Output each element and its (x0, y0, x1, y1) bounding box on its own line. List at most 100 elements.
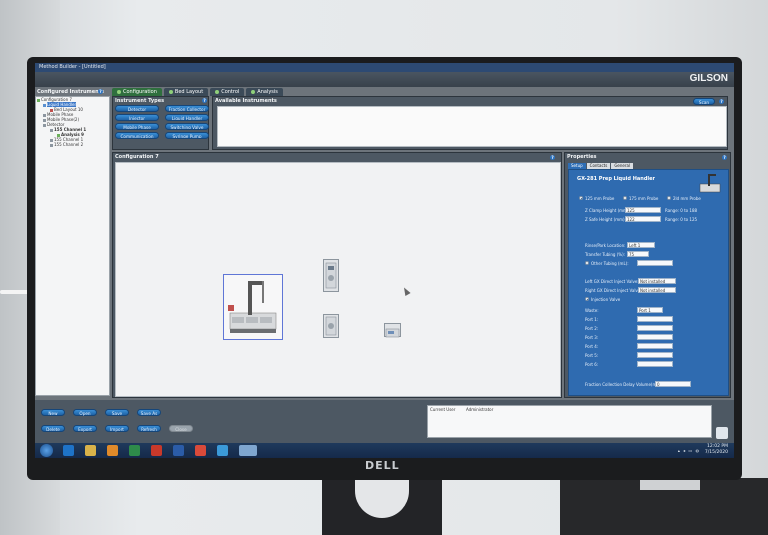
instrument-type-fraction-collector[interactable]: Fraction Collector (165, 105, 209, 112)
tab-status-icon (215, 90, 220, 94)
tab-label: Configuration (123, 89, 157, 95)
current-user-label: Current User (430, 407, 456, 412)
tab-configuration[interactable]: Configuration (112, 88, 162, 96)
header-band (35, 72, 734, 87)
channel-icon (50, 143, 53, 147)
probe-175-radio[interactable] (623, 196, 627, 200)
waste-select[interactable]: Port 1 (637, 307, 663, 313)
instrument-type-switching-valve[interactable]: Switching Valve (165, 123, 209, 130)
liquid-handler-icon (43, 103, 46, 107)
app-icon[interactable] (195, 445, 206, 456)
open-button[interactable]: Open (73, 409, 97, 416)
tab-control[interactable]: Control (210, 88, 245, 96)
taskbar: ▴ ◂ ▭ ◍ 12:02 PM 7/15/2020 (35, 443, 734, 458)
other-tubing-checkbox[interactable] (585, 261, 589, 265)
instrument-type-injector[interactable]: Injector (115, 114, 159, 121)
help-icon[interactable]: ? (98, 89, 103, 94)
powerpoint-icon[interactable] (151, 445, 162, 456)
save-as-button[interactable]: Save As (137, 409, 161, 416)
waste-label: Waste: (585, 308, 599, 313)
port-1-label: Port 1: (585, 317, 599, 322)
refresh-button[interactable]: Refresh (137, 425, 161, 432)
method-builder-taskbar-icon[interactable] (239, 445, 257, 456)
left-inject-valve-label: Left GX Direct Inject Valve: (585, 279, 639, 284)
left-inject-valve-select[interactable]: Not installed (638, 278, 676, 284)
port-4-label: Port 4: (585, 344, 599, 349)
right-inject-valve-label: Right GX Direct Inject Valve: (585, 288, 642, 293)
tree-item[interactable]: 155 Channel 2 (36, 142, 109, 147)
right-inject-valve-select[interactable]: Not installed (638, 287, 676, 293)
transfer-tubing-label: Transfer Tubing (%): (585, 252, 625, 257)
channel-icon (50, 128, 53, 132)
instrument-types-title: Instrument Types (115, 98, 165, 104)
instrument-type-liquid-handler[interactable]: Liquid Handler (165, 114, 209, 121)
delete-button[interactable]: Delete (41, 425, 65, 432)
clock-date: 7/15/2020 (704, 450, 728, 455)
configuration-panel: Configuration 7 ? (112, 152, 562, 398)
monitor-brand-logo: DELL (365, 459, 400, 472)
import-button[interactable]: Import (105, 425, 129, 432)
liquid-handler-device[interactable] (223, 274, 283, 340)
z-safe-label: Z Safe Height (mm): (585, 217, 626, 222)
transfer-tubing-select[interactable]: 75 (627, 251, 649, 257)
rinse-location-select[interactable]: Left 1 (627, 242, 655, 248)
z-safe-range: Range: 0 to 125 (665, 217, 698, 222)
help-icon[interactable]: ? (550, 155, 555, 160)
configured-instruments-tree: Configuration 7 Liquid Handler Bed Layou… (35, 96, 110, 396)
instrument-type-communication[interactable]: Communication (115, 132, 159, 139)
network-app-icon[interactable] (217, 445, 228, 456)
port-2-field[interactable] (637, 325, 673, 331)
device-title: GX-281 Prep Liquid Handler (577, 176, 655, 182)
scan-button[interactable]: Scan (693, 98, 715, 105)
instrument-type-mobile-phase[interactable]: Mobile Phase (115, 123, 159, 130)
mobile-phase-device[interactable] (323, 314, 339, 338)
available-instruments-title: Available Instruments (215, 98, 277, 104)
port-6-label: Port 6: (585, 362, 599, 367)
folder-icon[interactable] (85, 445, 96, 456)
injection-valve-checkbox[interactable] (585, 297, 589, 301)
probe-210-label: 2ld mm Probe (673, 196, 701, 201)
properties-title: Properties (567, 154, 597, 160)
port-4-field[interactable] (637, 343, 673, 349)
port-5-label: Port 5: (585, 353, 599, 358)
port-6-field[interactable] (637, 361, 673, 367)
other-tubing-field[interactable] (637, 260, 673, 266)
help-icon[interactable]: ? (722, 155, 727, 160)
media-player-icon[interactable] (107, 445, 118, 456)
brand-logo: GILSON (689, 73, 728, 84)
detector-device[interactable] (323, 259, 339, 292)
export-button[interactable]: Export (73, 425, 97, 432)
port-3-field[interactable] (637, 334, 673, 340)
probe-125-label: 125 mm Probe (585, 196, 615, 201)
clock[interactable]: 12:02 PM 7/15/2020 (705, 444, 728, 456)
z-clamp-field[interactable]: 125 (625, 207, 661, 213)
port-5-field[interactable] (637, 352, 673, 358)
help-icon[interactable]: ? (202, 98, 207, 103)
cable (0, 290, 30, 294)
excel-icon[interactable] (129, 445, 140, 456)
channel-device[interactable] (384, 323, 401, 338)
start-button[interactable] (40, 444, 53, 457)
new-button[interactable]: New (41, 409, 65, 416)
status-box: Current User Administrator (427, 405, 712, 438)
probe-210-radio[interactable] (667, 196, 671, 200)
word-icon[interactable] (173, 445, 184, 456)
tab-analysis[interactable]: Analysis (246, 88, 283, 96)
configuration-canvas[interactable] (115, 162, 561, 397)
z-safe-field[interactable]: 122 (625, 216, 661, 222)
browser-icon[interactable] (63, 445, 74, 456)
fraction-delay-field[interactable]: 0 (655, 381, 691, 387)
injection-valve-label: Injection Valve (591, 297, 621, 302)
probe-125-radio[interactable] (579, 196, 583, 200)
main-tabs: Configuration Bed Layout Control Analysi… (112, 88, 283, 96)
instrument-type-syringe-pump[interactable]: Syringe Pump (165, 132, 209, 139)
tab-bed-layout[interactable]: Bed Layout (163, 88, 209, 96)
port-1-field[interactable] (637, 316, 673, 322)
close-button[interactable]: Close (169, 425, 193, 432)
rinse-location-label: Rinse/Park Location: (585, 243, 626, 248)
help-icon[interactable]: ? (719, 99, 724, 104)
instrument-type-detector[interactable]: Detector (115, 105, 159, 112)
save-button[interactable]: Save (105, 409, 129, 416)
fraction-delay-label: Fraction Collection Delay Volume(mL): (585, 382, 662, 387)
liquid-handler-icon (228, 281, 277, 333)
